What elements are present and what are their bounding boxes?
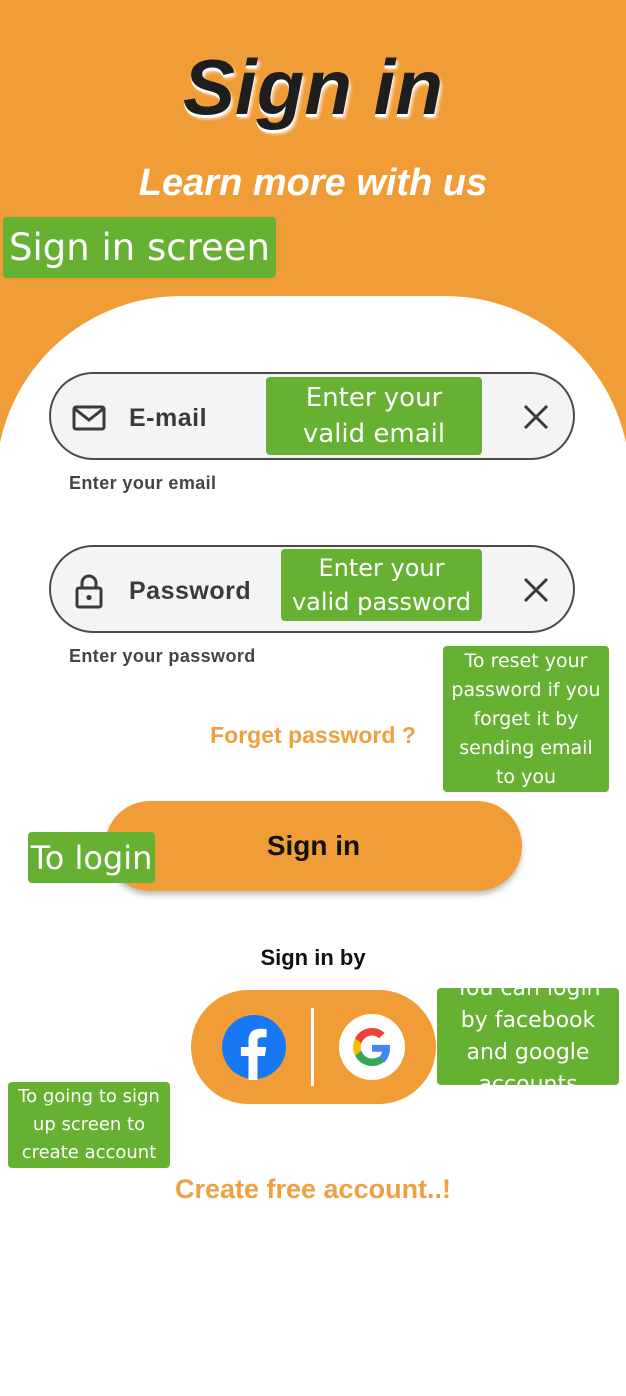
mail-icon bbox=[72, 405, 106, 431]
annotation-social: You can login by facebook and google acc… bbox=[437, 976, 619, 1097]
page-title: Sign in bbox=[183, 43, 443, 131]
annotation-login: To login bbox=[28, 832, 155, 883]
email-label: E-mail bbox=[129, 404, 208, 432]
password-helper-text: Enter your password bbox=[69, 646, 256, 666]
google-icon[interactable] bbox=[339, 1014, 405, 1080]
annotation-email: Enter your valid email bbox=[266, 377, 482, 455]
email-helper-text: Enter your email bbox=[69, 473, 217, 493]
lock-icon bbox=[75, 574, 103, 609]
annotation-password: Enter your valid password bbox=[281, 549, 482, 621]
clear-password-icon[interactable] bbox=[521, 575, 551, 605]
sign-in-by-label: Sign in by bbox=[260, 945, 366, 970]
clear-email-icon[interactable] bbox=[521, 402, 551, 432]
sign-in-button[interactable]: Sign in bbox=[105, 801, 522, 891]
social-divider bbox=[311, 1008, 314, 1086]
facebook-icon[interactable] bbox=[221, 1014, 287, 1080]
page-subtitle: Learn more with us bbox=[138, 162, 488, 204]
social-login-group bbox=[191, 990, 436, 1104]
password-label: Password bbox=[129, 577, 252, 605]
annotation-screen: Sign in screen bbox=[3, 217, 276, 278]
annotation-forgot: To reset your password if you forget it … bbox=[443, 646, 609, 792]
create-account-link[interactable]: Create free account..! bbox=[0, 1174, 626, 1205]
annotation-signup: To going to sign up screen to create acc… bbox=[8, 1082, 170, 1168]
